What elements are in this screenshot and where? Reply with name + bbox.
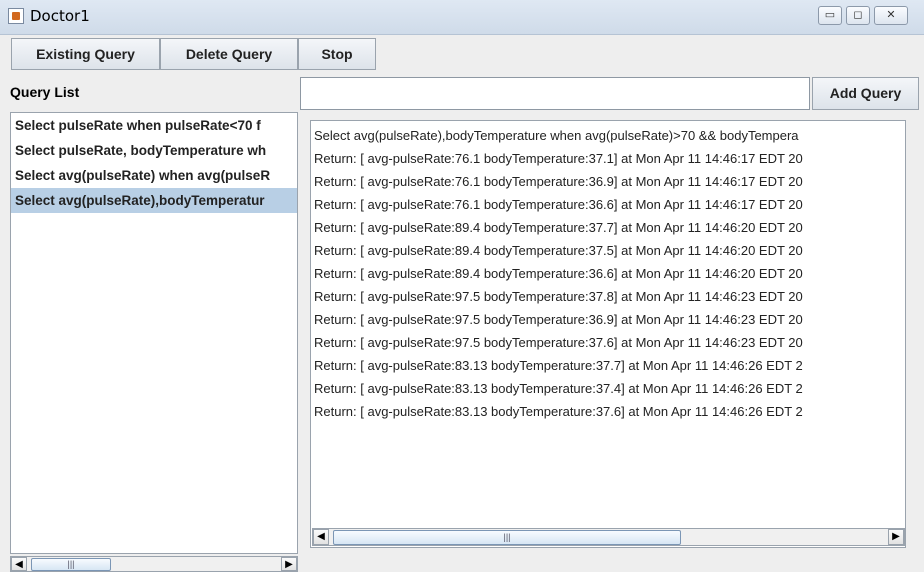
- result-line: Return: [ avg-pulseRate:97.5 bodyTempera…: [314, 335, 803, 350]
- result-line: Return: [ avg-pulseRate:89.4 bodyTempera…: [314, 266, 803, 281]
- scroll-left-arrow-icon[interactable]: ◀: [313, 529, 329, 545]
- delete-query-button[interactable]: Delete Query: [160, 38, 298, 70]
- query-list-item[interactable]: Select pulseRate, bodyTemperature wh: [11, 138, 297, 163]
- scroll-thumb[interactable]: |||: [333, 530, 681, 545]
- scroll-right-arrow-icon[interactable]: ▶: [281, 557, 297, 571]
- minimize-button[interactable]: ▭: [818, 6, 842, 25]
- query-input[interactable]: [300, 77, 810, 110]
- result-line: Return: [ avg-pulseRate:83.13 bodyTemper…: [314, 404, 803, 419]
- result-line: Return: [ avg-pulseRate:76.1 bodyTempera…: [314, 197, 803, 212]
- title-bar[interactable]: Doctor1 ▭ ◻ ✕: [0, 0, 924, 35]
- result-line: Return: [ avg-pulseRate:97.5 bodyTempera…: [314, 289, 803, 304]
- result-line: Return: [ avg-pulseRate:83.13 bodyTemper…: [314, 381, 803, 396]
- results-output[interactable]: Select avg(pulseRate),bodyTemperature wh…: [310, 120, 906, 548]
- query-list-label: Query List: [10, 84, 80, 100]
- query-list[interactable]: Select pulseRate when pulseRate<70 f Sel…: [10, 112, 298, 554]
- stop-button[interactable]: Stop: [298, 38, 376, 70]
- maximize-button[interactable]: ◻: [846, 6, 870, 25]
- result-line: Return: [ avg-pulseRate:76.1 bodyTempera…: [314, 174, 803, 189]
- result-line: Return: [ avg-pulseRate:89.4 bodyTempera…: [314, 220, 803, 235]
- query-list-item[interactable]: Select avg(pulseRate) when avg(pulseR: [11, 163, 297, 188]
- results-horizontal-scrollbar[interactable]: ◀ ||| ▶: [312, 528, 905, 546]
- result-line: Select avg(pulseRate),bodyTemperature wh…: [314, 128, 799, 143]
- scroll-left-arrow-icon[interactable]: ◀: [11, 557, 27, 571]
- add-query-button[interactable]: Add Query: [812, 77, 919, 110]
- query-list-item[interactable]: Select pulseRate when pulseRate<70 f: [11, 113, 297, 138]
- scroll-right-arrow-icon[interactable]: ▶: [888, 529, 904, 545]
- query-list-horizontal-scrollbar[interactable]: ◀ ||| ▶: [10, 556, 298, 572]
- result-line: Return: [ avg-pulseRate:76.1 bodyTempera…: [314, 151, 803, 166]
- result-line: Return: [ avg-pulseRate:83.13 bodyTemper…: [314, 358, 803, 373]
- java-app-icon: [8, 8, 24, 24]
- result-line: Return: [ avg-pulseRate:89.4 bodyTempera…: [314, 243, 803, 258]
- existing-query-button[interactable]: Existing Query: [11, 38, 160, 70]
- result-line: Return: [ avg-pulseRate:97.5 bodyTempera…: [314, 312, 803, 327]
- scroll-thumb[interactable]: |||: [31, 558, 111, 571]
- query-list-item-selected[interactable]: Select avg(pulseRate),bodyTemperatur: [11, 188, 297, 213]
- close-button[interactable]: ✕: [874, 6, 908, 25]
- window-title: Doctor1: [30, 7, 90, 25]
